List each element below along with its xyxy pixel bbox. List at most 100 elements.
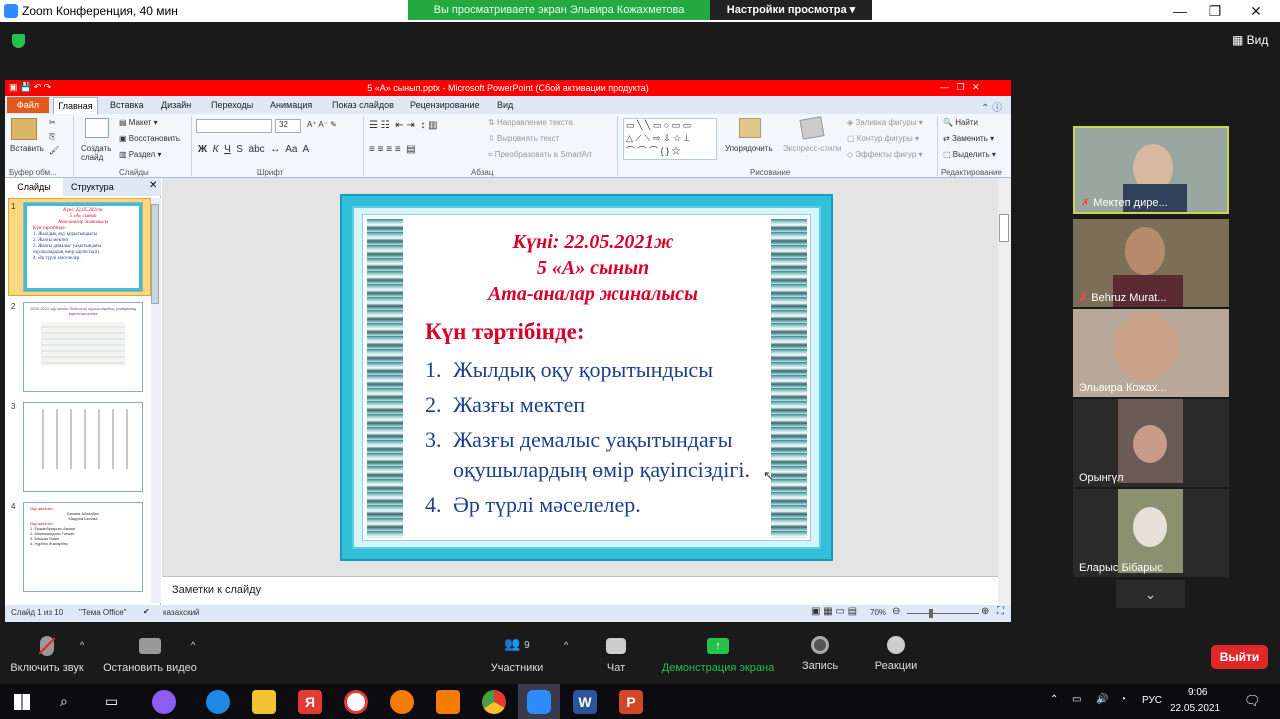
- quick-styles-button[interactable]: Экспресс-стили: [783, 144, 842, 153]
- copy-icon[interactable]: ⎘: [49, 132, 55, 142]
- clock-time[interactable]: 9:06: [1188, 687, 1207, 698]
- scrollbar-thumb[interactable]: [151, 204, 159, 304]
- unmute-button[interactable]: Включить звук: [6, 636, 88, 674]
- close-button[interactable]: ✕: [1236, 0, 1276, 22]
- new-slide-button[interactable]: Создать слайд: [81, 144, 115, 162]
- close-pane-icon[interactable]: ✕: [149, 180, 157, 191]
- windows-start-icon[interactable]: [14, 694, 30, 710]
- chevron-up-icon[interactable]: ^: [80, 640, 84, 650]
- chevron-up-icon[interactable]: ⌃: [1050, 694, 1058, 705]
- maximize-button[interactable]: ❐: [1195, 0, 1235, 22]
- tab-design[interactable]: Дизайн: [161, 100, 191, 110]
- text-direction-button[interactable]: ⇅ Направление текста: [488, 118, 573, 127]
- convert-smartart-button[interactable]: ⌗ Преобразовать в SmartArt: [488, 150, 592, 160]
- record-button[interactable]: Запись: [798, 636, 842, 672]
- file-explorer-icon[interactable]: [252, 690, 276, 714]
- tab-file[interactable]: Файл: [7, 97, 49, 113]
- task-view-icon[interactable]: ▭: [105, 693, 118, 710]
- chevron-up-icon[interactable]: ^: [564, 640, 568, 650]
- scrollbar-thumb[interactable]: [999, 214, 1009, 242]
- participant-tile[interactable]: ✗ Мектеп дире...: [1073, 126, 1229, 214]
- align-buttons[interactable]: ≡ ≡ ≡ ≡ ▤: [369, 144, 416, 155]
- paste-button[interactable]: Вставить: [10, 144, 44, 153]
- tab-transitions[interactable]: Переходы: [211, 100, 253, 110]
- font-grow-shrink-icons[interactable]: A⁺ A⁻ ✎: [307, 120, 337, 129]
- replace-button[interactable]: ⇄ Заменить ▾: [943, 134, 994, 143]
- shape-outline-button[interactable]: ▢ Контур фигуры ▾: [847, 134, 919, 143]
- quick-access-toolbar[interactable]: ▣ 💾 ↶ ↷: [9, 82, 51, 93]
- chrome-icon[interactable]: [482, 690, 506, 714]
- participant-tile[interactable]: Орынгүл: [1073, 399, 1229, 487]
- reset-button[interactable]: ▣ Восстановить: [119, 134, 180, 143]
- search-icon[interactable]: ⌕: [60, 693, 68, 710]
- powerpoint-icon[interactable]: P: [619, 690, 643, 714]
- align-text-button[interactable]: ⇳ Выровнять текст: [488, 134, 559, 143]
- font-style-buttons[interactable]: Ж К Ч S abc ↔ Aa A: [198, 144, 309, 155]
- view-button[interactable]: ▦ Вид: [1232, 33, 1268, 47]
- tab-animation[interactable]: Анимация: [270, 100, 312, 110]
- clock-date[interactable]: 22.05.2021: [1170, 703, 1220, 714]
- slide-scrollbar[interactable]: [998, 178, 1011, 605]
- edge-browser-icon[interactable]: [206, 690, 230, 714]
- tab-slides[interactable]: Слайды: [5, 178, 63, 196]
- tab-view[interactable]: Вид: [497, 100, 513, 110]
- zoom-slider-thumb[interactable]: [929, 609, 933, 618]
- leave-button[interactable]: Выйти: [1211, 645, 1268, 669]
- zoom-slider[interactable]: [907, 613, 979, 614]
- thumbs-scrollbar[interactable]: [151, 198, 161, 603]
- minimize-button[interactable]: —: [1160, 0, 1200, 22]
- notifications-icon[interactable]: 🗨: [1244, 693, 1261, 709]
- cut-icon[interactable]: ✂: [49, 118, 56, 127]
- word-icon[interactable]: W: [573, 690, 597, 714]
- participant-tile[interactable]: Еларыс Бібарыс: [1073, 489, 1229, 577]
- layout-button[interactable]: ▤ Макет ▾: [119, 118, 158, 127]
- chevron-down-icon[interactable]: ⌄: [1116, 580, 1185, 608]
- zoom-out-icon[interactable]: ⊖: [892, 606, 900, 617]
- view-options-button[interactable]: Настройки просмотра ▾: [710, 0, 872, 20]
- find-button[interactable]: 🔍 Найти: [943, 118, 978, 127]
- format-painter-icon[interactable]: 🖌: [49, 146, 59, 155]
- reactions-button[interactable]: Реакции: [870, 636, 922, 672]
- view-mode-icons[interactable]: ▣ ▦ ▭ ▤: [811, 606, 857, 617]
- uc-browser-icon[interactable]: [390, 690, 414, 714]
- volume-icon[interactable]: 🔊: [1096, 694, 1108, 705]
- ppt-window-controls[interactable]: — ❐ ✕: [940, 82, 980, 93]
- shape-fill-button[interactable]: ◈ Заливка фигуры ▾: [847, 118, 923, 127]
- alice-assistant-icon[interactable]: [152, 690, 176, 714]
- spellcheck-icon[interactable]: ✔: [143, 607, 150, 616]
- yandex-icon[interactable]: Я: [298, 690, 322, 714]
- notes-pane[interactable]: Заметки к слайду: [162, 576, 998, 605]
- shape-effects-button[interactable]: ◇ Эффекты фигур ▾: [847, 150, 923, 159]
- tab-home[interactable]: Главная: [53, 97, 98, 114]
- wifi-icon[interactable]: ◔: [1120, 694, 1126, 705]
- participant-tile[interactable]: Эльвира Кожах...: [1073, 309, 1229, 397]
- font-family-select[interactable]: [196, 119, 272, 133]
- stop-video-button[interactable]: Остановить видео: [100, 636, 200, 674]
- section-button[interactable]: ▥ Раздел ▾: [119, 150, 161, 159]
- slide-thumbnail[interactable]: 2020-2021 оқу жылы бойынша оқушылардың ү…: [23, 302, 143, 392]
- battery-icon[interactable]: ▭: [1072, 694, 1081, 705]
- list-buttons[interactable]: ☰ ☷ ⇤ ⇥ ↕ ▥: [369, 120, 438, 131]
- slide-thumbnail[interactable]: [23, 402, 143, 492]
- tab-slideshow[interactable]: Показ слайдов: [332, 100, 394, 110]
- slide-thumbnail[interactable]: Күні: 22.05.2021ж 5 «А» сынып Ата-аналар…: [23, 202, 143, 292]
- input-language[interactable]: РУС: [1142, 695, 1162, 706]
- tab-review[interactable]: Рецензирование: [410, 100, 480, 110]
- slide-thumbnail[interactable]: Оқу жетістігі: Бекиев Абзалбек Мадина Бе…: [23, 502, 143, 592]
- zoom-in-icon[interactable]: ⊕: [981, 606, 989, 617]
- chat-button[interactable]: Чат: [596, 636, 636, 674]
- font-size-select[interactable]: 32: [275, 119, 301, 133]
- share-screen-button[interactable]: ↑ Демонстрация экрана: [657, 636, 779, 674]
- yandex-browser-icon[interactable]: [344, 690, 368, 714]
- tab-insert[interactable]: Вставка: [110, 100, 143, 110]
- arrange-button[interactable]: Упорядочить: [725, 144, 773, 153]
- help-icon[interactable]: ⌃ ⓘ: [981, 99, 1002, 114]
- tab-outline[interactable]: Структура: [71, 182, 114, 192]
- shapes-gallery[interactable]: ▭ ╲ ╲ ▭ ○ ▭ ▭ △ ⟋ ⟍ ⇨ ⇩ ☆ ⟂ ⌒ ⌒ ⌒ { } ☆: [623, 118, 717, 160]
- zoom-app-icon[interactable]: [527, 690, 551, 714]
- select-button[interactable]: ⬚ Выделить ▾: [943, 150, 996, 159]
- fit-slide-icon[interactable]: ⛶: [997, 606, 1004, 617]
- odnoklassniki-icon[interactable]: [436, 690, 460, 714]
- participant-tile[interactable]: ✗ Behruz Murat...: [1073, 219, 1229, 307]
- chevron-up-icon[interactable]: ^: [191, 640, 195, 650]
